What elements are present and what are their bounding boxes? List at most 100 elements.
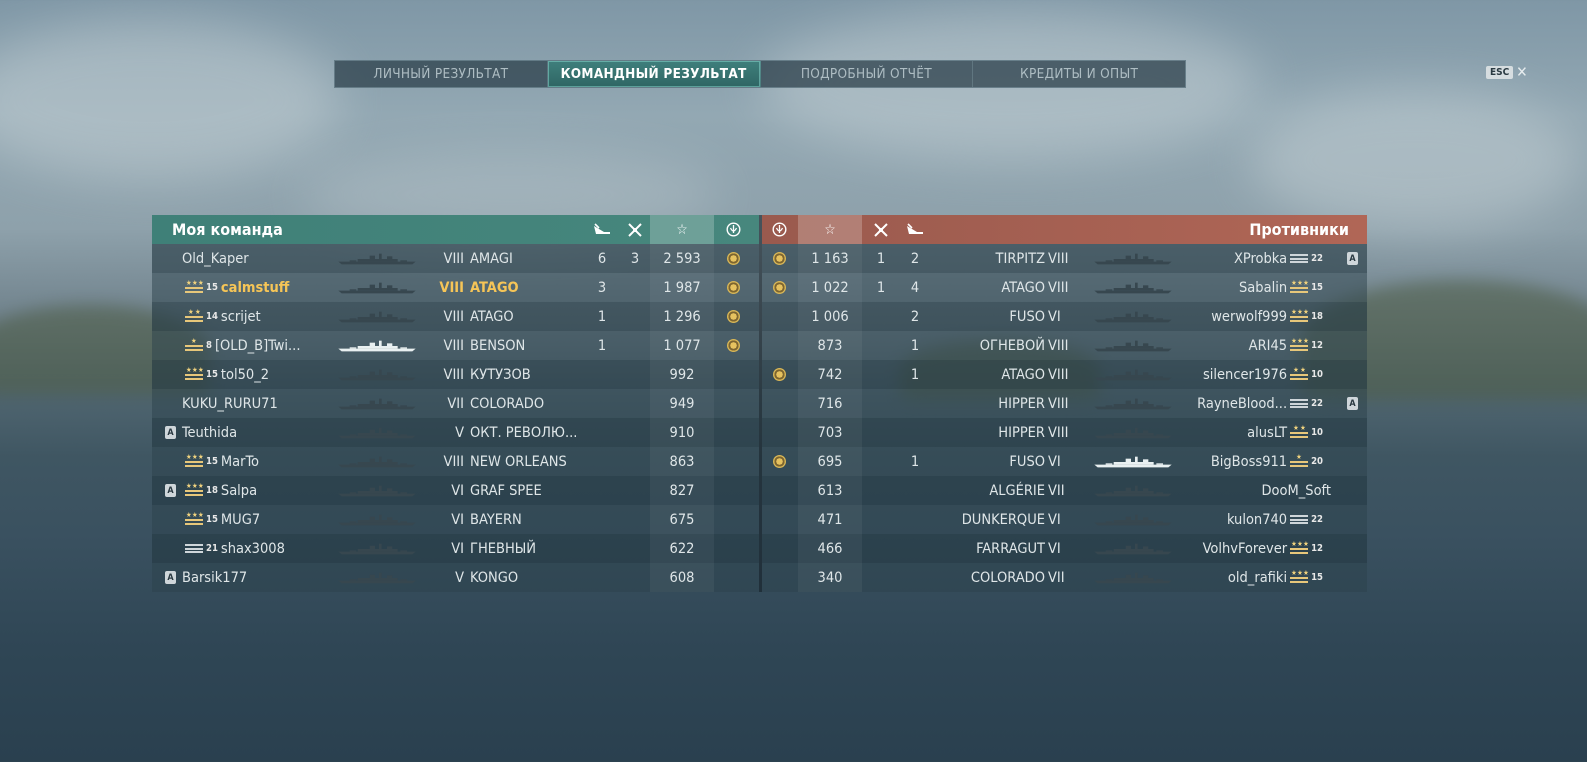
medal-icon bbox=[718, 331, 748, 360]
tab-team-result[interactable]: КОМАНДНЫЙ РЕЗУЛЬТАТ bbox=[547, 61, 761, 87]
table-row[interactable]: 471 DUNKERQUE VI kulon740 22 bbox=[762, 505, 1367, 534]
ship-image bbox=[1074, 244, 1192, 273]
ship-tier: VI bbox=[451, 482, 464, 499]
ships-destroyed bbox=[587, 563, 617, 592]
ship-silhouette bbox=[338, 369, 416, 380]
player-name[interactable]: calmstuff bbox=[221, 280, 289, 296]
player-name-cell: Sabalin ★ ★ ★ 15 bbox=[1239, 273, 1323, 302]
player-name[interactable]: KUKU_RURU71 bbox=[182, 396, 278, 412]
player-name[interactable]: XProbka bbox=[1234, 251, 1287, 267]
table-row[interactable]: 340 COLORADO VII old_rafiki ★ ★ ★ 15 bbox=[762, 563, 1367, 592]
player-name[interactable]: ARI45 bbox=[1249, 338, 1287, 354]
capture-medal-icon bbox=[726, 281, 740, 294]
player-name[interactable]: Teuthida bbox=[182, 425, 237, 441]
player-name[interactable]: MarTo bbox=[221, 454, 259, 470]
player-name[interactable]: BigBoss911 bbox=[1211, 454, 1287, 470]
rank-stripes-icon bbox=[1290, 398, 1309, 409]
player-name[interactable]: Old_Kaper bbox=[182, 251, 249, 267]
ships-destroyed bbox=[866, 534, 896, 563]
table-row[interactable]: ★ ★ ★ 15 MarTo VIII NEW ORLEANS 863 bbox=[152, 447, 759, 476]
table-row[interactable]: 695 1 FUSO VI BigBoss911 ★ 20 bbox=[762, 447, 1367, 476]
xp-star-icon: ☆ bbox=[798, 215, 862, 244]
table-row[interactable]: ★ ★ ★ 15 MUG7 VI BAYERN 675 bbox=[152, 505, 759, 534]
rank-chevron-icon: ★ ★ ★ bbox=[1290, 280, 1309, 293]
ship-silhouette bbox=[338, 282, 416, 293]
planes-destroyed bbox=[620, 476, 650, 505]
player-name[interactable]: RayneBlood... bbox=[1197, 396, 1287, 412]
rank-stripes-icon bbox=[1290, 253, 1309, 264]
player-name[interactable]: [OLD_B]Twi... bbox=[215, 338, 301, 354]
base-xp: 863 bbox=[650, 447, 714, 476]
ship-tier: VI bbox=[451, 511, 464, 528]
ship-tier: VIII bbox=[443, 308, 464, 325]
base-xp: 910 bbox=[650, 418, 714, 447]
tab-personal-result[interactable]: ЛИЧНЫЙ РЕЗУЛЬТАТ bbox=[335, 61, 548, 87]
ship-name: ОГНЕВОЙ bbox=[979, 337, 1045, 354]
table-row[interactable]: 613 ALGÉRIE VII DooM_Soft bbox=[762, 476, 1367, 505]
rank-chevron-icon: ★ bbox=[185, 338, 203, 351]
ship-name: ATAGO bbox=[470, 279, 519, 296]
table-row[interactable]: ★ ★ 14 scrijet VIII ATAGO 1 1 296 bbox=[152, 302, 759, 331]
player-name[interactable]: werwolf999 bbox=[1211, 309, 1287, 325]
base-xp: 742 bbox=[798, 360, 862, 389]
player-name[interactable]: silencer1976 bbox=[1203, 367, 1287, 383]
table-row[interactable]: ★ 8 [OLD_B]Twi... VIII BENSON 1 1 077 bbox=[152, 331, 759, 360]
tab-detailed-report[interactable]: ПОДРОБНЫЙ ОТЧЁТ bbox=[761, 61, 974, 87]
table-row[interactable]: A Barsik177 V KONGO 608 bbox=[152, 563, 759, 592]
table-row[interactable]: 873 1 ОГНЕВОЙ VIII ARI45 ★ ★ ★ 12 bbox=[762, 331, 1367, 360]
table-row[interactable]: ★ ★ ★ 15 calmstuff VIII ATAGO 3 1 987 bbox=[152, 273, 759, 302]
table-row[interactable]: ★ ★ ★ 15 tol50_2 VIII КУТУЗОВ 992 bbox=[152, 360, 759, 389]
capture-medal-icon bbox=[772, 368, 786, 381]
ship-name: ATAGO bbox=[1001, 366, 1045, 383]
player-name[interactable]: MUG7 bbox=[221, 512, 260, 528]
table-row[interactable]: 466 FARRAGUT VI VolhvForever ★ ★ ★ 12 bbox=[762, 534, 1367, 563]
ship-silhouette bbox=[338, 253, 416, 264]
tab-credits-and-xp[interactable]: КРЕДИТЫ И ОПЫТ bbox=[973, 61, 1185, 87]
table-row[interactable]: 742 1 ATAGO VIII silencer1976 ★ ★ 10 bbox=[762, 360, 1367, 389]
ship-silhouette bbox=[338, 340, 416, 351]
player-name[interactable]: kulon740 bbox=[1227, 512, 1287, 528]
player-name[interactable]: tol50_2 bbox=[221, 367, 269, 383]
table-row[interactable]: 703 HIPPER VIII alusLT ★ ★ 10 bbox=[762, 418, 1367, 447]
rank-stripes-icon bbox=[1290, 514, 1309, 525]
table-row[interactable]: A Teuthida V ОКТ. РЕВОЛЮ... 910 bbox=[152, 418, 759, 447]
ship-silhouette bbox=[338, 311, 416, 322]
ship-tier: VI bbox=[451, 540, 464, 557]
table-row[interactable]: 716 HIPPER VIII RayneBlood... 22 A bbox=[762, 389, 1367, 418]
player-name[interactable]: DooM_Soft bbox=[1262, 483, 1332, 499]
table-row[interactable]: 1 022 1 4 ATAGO VIII Sabalin ★ ★ ★ 15 bbox=[762, 273, 1367, 302]
table-row[interactable]: 1 163 1 2 TIRPITZ VIII XProbka 22 A bbox=[762, 244, 1367, 273]
table-row[interactable]: KUKU_RURU71 VII COLORADO 949 bbox=[152, 389, 759, 418]
table-row[interactable]: 21 shax3008 VI ГНЕВНЫЙ 622 bbox=[152, 534, 759, 563]
player-name-cell: 21 shax3008 bbox=[185, 534, 285, 563]
close-icon: ✕ bbox=[1516, 63, 1528, 81]
player-name[interactable]: scrijet bbox=[221, 309, 261, 325]
base-xp: 1 987 bbox=[650, 273, 714, 302]
table-row[interactable]: Old_Kaper VIII AMAGI 6 3 2 593 bbox=[152, 244, 759, 273]
player-name-cell: BigBoss911 ★ 20 bbox=[1211, 447, 1323, 476]
table-row[interactable]: A ★ ★ ★ 18 Salpa VI GRAF SPEE 827 bbox=[152, 476, 759, 505]
player-name[interactable]: Sabalin bbox=[1239, 280, 1287, 296]
ship-name: HIPPER bbox=[998, 395, 1045, 412]
planes-destroyed bbox=[620, 302, 650, 331]
player-name[interactable]: shax3008 bbox=[221, 541, 285, 557]
player-name[interactable]: Salpa bbox=[221, 483, 257, 499]
planes-destroyed bbox=[620, 563, 650, 592]
medal-icon bbox=[764, 244, 794, 273]
player-rank: 22 bbox=[1311, 398, 1323, 409]
table-row[interactable]: 1 006 2 FUSO VI werwolf999 ★ ★ ★ 18 bbox=[762, 302, 1367, 331]
base-xp: 1 006 bbox=[798, 302, 862, 331]
player-name[interactable]: Barsik177 bbox=[182, 570, 247, 586]
planes-destroyed: 2 bbox=[910, 250, 920, 267]
ship-tier: VIII bbox=[439, 279, 464, 296]
player-name[interactable]: VolhvForever bbox=[1203, 541, 1288, 557]
planes-destroyed: 2 bbox=[910, 308, 920, 325]
xp-star-icon: ☆ bbox=[650, 215, 714, 244]
close-button[interactable]: ESC ✕ bbox=[1486, 63, 1528, 81]
ai-badge: A bbox=[1347, 244, 1358, 273]
ships-destroyed bbox=[866, 302, 896, 331]
player-name[interactable]: old_rafiki bbox=[1228, 570, 1287, 586]
player-name[interactable]: alusLT bbox=[1247, 425, 1287, 441]
player-rank: 12 bbox=[1311, 543, 1323, 554]
planes-destroyed bbox=[620, 360, 650, 389]
